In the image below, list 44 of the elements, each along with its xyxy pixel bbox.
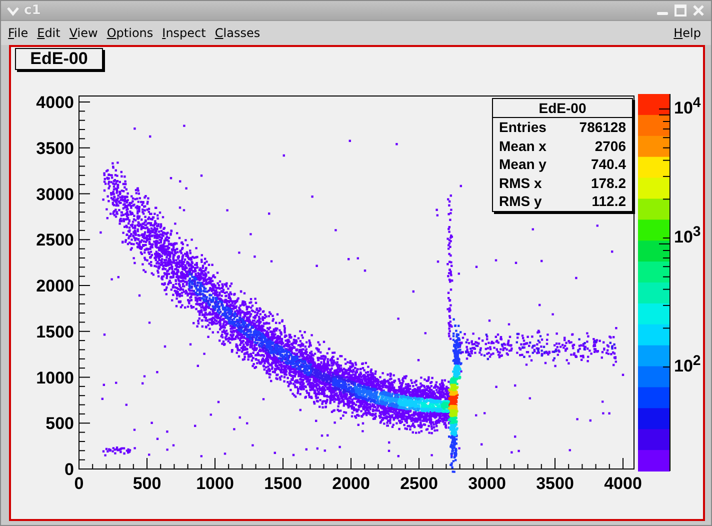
y-tick-label: 0 xyxy=(64,460,74,479)
color-scale-label: 10$^{4}$ xyxy=(674,94,701,117)
menu-item[interactable]: File xyxy=(5,24,32,42)
menu-item[interactable]: Inspect xyxy=(159,24,209,42)
help-menu[interactable]: Help xyxy=(670,24,704,42)
color-scale-label: 10$^{3}$ xyxy=(674,223,701,246)
chevron-down-icon[interactable] xyxy=(7,6,19,16)
y-tick-label: 1500 xyxy=(36,322,74,342)
y-tick-label: 4000 xyxy=(36,93,74,112)
y-tick-label: 2500 xyxy=(36,230,74,250)
menu-item[interactable]: Edit xyxy=(34,24,64,42)
y-tick-label: 1000 xyxy=(36,368,74,388)
x-tick-label: 2000 xyxy=(332,474,370,493)
stats-title: EdE-00 xyxy=(493,99,632,118)
menu-item[interactable]: View xyxy=(66,24,101,42)
x-tick-label: 3500 xyxy=(536,474,574,493)
maximize-icon[interactable] xyxy=(674,4,687,17)
x-tick-label: 4000 xyxy=(604,474,642,493)
stat-value: 112.2 xyxy=(592,192,626,210)
window-title: c1 xyxy=(24,3,41,18)
stat-name: Entries xyxy=(499,118,546,136)
y-tick-label: 3000 xyxy=(36,184,74,204)
y-tick-label: 3500 xyxy=(36,138,74,158)
y-tick-label: 500 xyxy=(46,414,74,434)
color-scale-label: 10$^{2}$ xyxy=(674,352,701,375)
menu-item[interactable]: Classes xyxy=(212,24,264,42)
stat-value: 740.4 xyxy=(590,155,626,174)
close-icon[interactable] xyxy=(692,4,705,17)
stat-name: Mean x xyxy=(499,136,546,155)
menu-item[interactable]: Options xyxy=(104,24,156,42)
stat-value: 786128 xyxy=(579,118,626,136)
x-tick-label: 0 xyxy=(74,474,84,493)
x-tick-label: 500 xyxy=(132,474,162,493)
stat-name: Mean y xyxy=(499,155,546,174)
histogram-title: EdE-00 xyxy=(15,48,103,70)
stat-value: 178.2 xyxy=(590,174,626,192)
x-tick-label: 1500 xyxy=(264,474,302,493)
x-tick-label: 2500 xyxy=(400,474,438,493)
stat-name: RMS y xyxy=(499,192,542,210)
stat-value: 2706 xyxy=(594,136,626,155)
stat-name: RMS x xyxy=(499,174,542,192)
x-tick-label: 3000 xyxy=(468,474,506,493)
y-tick-label: 2000 xyxy=(36,276,74,296)
x-tick-label: 1000 xyxy=(196,474,234,493)
